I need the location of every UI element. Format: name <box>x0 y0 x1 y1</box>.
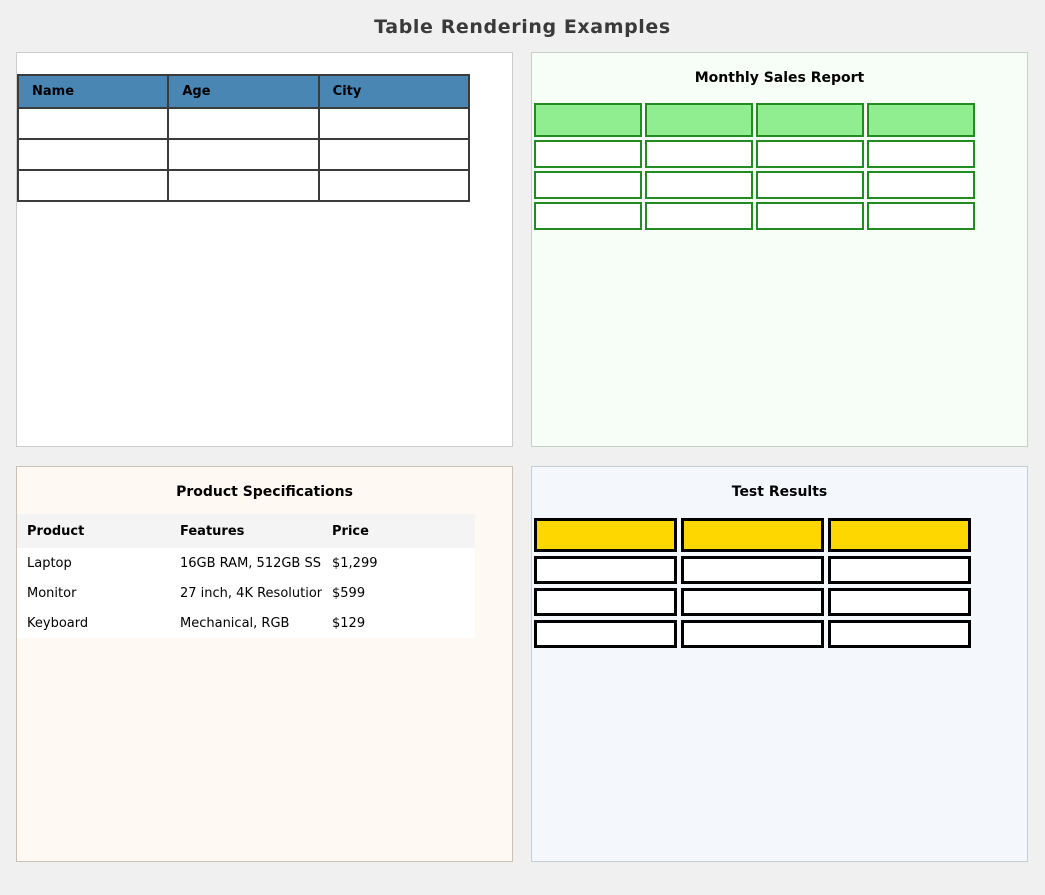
empty-cell <box>534 620 677 648</box>
empty-cell <box>867 202 975 230</box>
test-results-table <box>531 514 975 652</box>
product-price-cell: $1,299 <box>322 548 475 578</box>
basic-header-city: City <box>319 75 469 108</box>
table-row <box>534 171 975 199</box>
empty-cell <box>534 171 642 199</box>
product-specs-table: Product Features Price Laptop 16GB RAM, … <box>17 514 475 638</box>
panels-grid: Name Age City <box>0 52 1045 862</box>
empty-header-cell <box>645 103 753 137</box>
test-results-title: Test Results <box>532 484 1027 500</box>
empty-header-cell <box>534 518 677 552</box>
table-row <box>534 588 971 616</box>
empty-cell <box>828 556 971 584</box>
basic-table: Name Age City <box>17 74 470 202</box>
empty-cell <box>645 140 753 168</box>
empty-cell <box>319 139 469 170</box>
empty-cell <box>756 171 864 199</box>
empty-header-cell <box>534 103 642 137</box>
empty-header-cell <box>828 518 971 552</box>
empty-cell <box>681 620 824 648</box>
empty-cell <box>756 202 864 230</box>
empty-cell <box>756 140 864 168</box>
table-row <box>18 108 469 139</box>
empty-cell <box>828 620 971 648</box>
basic-table-header-row: Name Age City <box>18 75 469 108</box>
product-features-cell: 27 inch, 4K Resolution <box>170 578 322 608</box>
monthly-sales-table <box>531 100 978 233</box>
table-row <box>18 139 469 170</box>
product-price-cell: $599 <box>322 578 475 608</box>
empty-cell <box>867 140 975 168</box>
empty-cell <box>168 108 318 139</box>
monthly-sales-title: Monthly Sales Report <box>532 70 1027 86</box>
product-name-cell: Monitor <box>17 578 170 608</box>
table-row <box>534 556 971 584</box>
empty-cell <box>534 556 677 584</box>
empty-cell <box>867 171 975 199</box>
product-name-cell: Laptop <box>17 548 170 578</box>
table-row <box>18 170 469 201</box>
table-row <box>534 202 975 230</box>
product-name-cell: Keyboard <box>17 608 170 638</box>
table-row: Laptop 16GB RAM, 512GB SSD $1,299 <box>17 548 475 578</box>
sales-header-row <box>534 103 975 137</box>
product-features-cell: 16GB RAM, 512GB SSD <box>170 548 322 578</box>
table-row <box>534 620 971 648</box>
products-header-product: Product <box>17 514 170 548</box>
products-header-price: Price <box>322 514 475 548</box>
empty-cell <box>18 108 168 139</box>
empty-header-cell <box>681 518 824 552</box>
empty-cell <box>319 170 469 201</box>
panel-basic-table: Name Age City <box>16 52 513 447</box>
empty-cell <box>534 588 677 616</box>
panel-product-specs: Product Specifications Product Features … <box>16 466 513 862</box>
panel-test-results: Test Results <box>531 466 1028 862</box>
empty-cell <box>168 139 318 170</box>
tests-header-row <box>534 518 971 552</box>
empty-cell <box>534 140 642 168</box>
empty-cell <box>681 556 824 584</box>
empty-header-cell <box>867 103 975 137</box>
empty-cell <box>18 170 168 201</box>
empty-cell <box>534 202 642 230</box>
table-row: Monitor 27 inch, 4K Resolution $599 <box>17 578 475 608</box>
products-header-row: Product Features Price <box>17 514 475 548</box>
products-header-features: Features <box>170 514 322 548</box>
empty-cell <box>681 588 824 616</box>
empty-cell <box>18 139 168 170</box>
empty-cell <box>645 171 753 199</box>
page-title: Table Rendering Examples <box>0 0 1045 52</box>
product-specs-title: Product Specifications <box>17 484 512 500</box>
basic-header-name: Name <box>18 75 168 108</box>
product-price-cell: $129 <box>322 608 475 638</box>
product-features-cell: Mechanical, RGB <box>170 608 322 638</box>
table-row: Keyboard Mechanical, RGB $129 <box>17 608 475 638</box>
empty-cell <box>828 588 971 616</box>
empty-header-cell <box>756 103 864 137</box>
empty-cell <box>319 108 469 139</box>
table-row <box>534 140 975 168</box>
empty-cell <box>168 170 318 201</box>
panel-monthly-sales: Monthly Sales Report <box>531 52 1028 447</box>
empty-cell <box>645 202 753 230</box>
basic-header-age: Age <box>168 75 318 108</box>
